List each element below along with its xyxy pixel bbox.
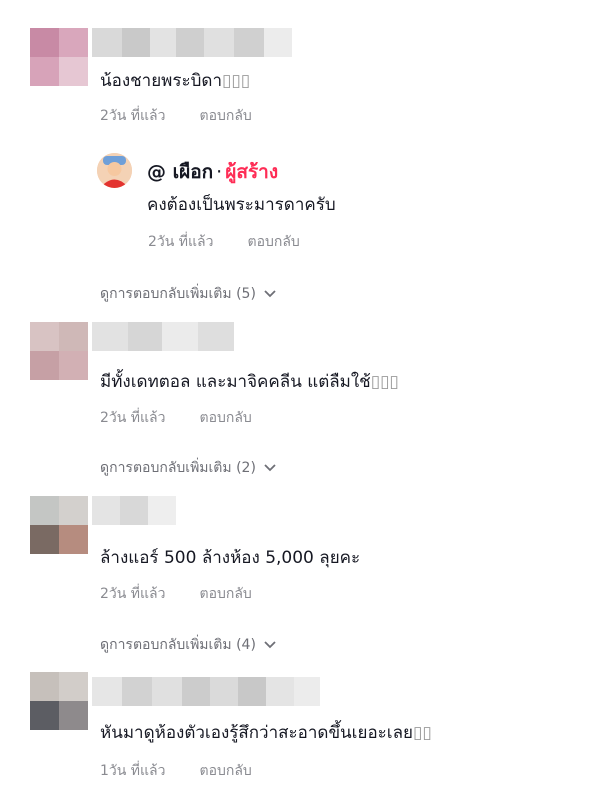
timestamp: 2วัน ที่แล้ว [100, 108, 166, 124]
view-more-replies[interactable]: ดูการตอบกลับเพิ่มเติม (2) [100, 459, 276, 477]
reply-button[interactable]: ตอบกลับ [199, 586, 251, 602]
chevron-down-icon [264, 290, 276, 298]
creator-name-line: @ เผือก · ผู้สร้าง [147, 160, 278, 184]
avatar[interactable] [30, 28, 88, 86]
comment-meta: 2วัน ที่แล้ว ตอบกลับ [100, 585, 252, 603]
username-blurred[interactable] [92, 677, 320, 706]
timestamp: 2วัน ที่แล้ว [100, 410, 166, 426]
comment-meta: 1วัน ที่แล้ว ตอบกลับ [100, 762, 252, 780]
reply-button[interactable]: ตอบกลับ [199, 410, 251, 426]
username-blurred[interactable] [92, 496, 176, 525]
view-more-replies[interactable]: ดูการตอบกลับเพิ่มเติม (5) [100, 285, 276, 303]
avatar[interactable] [30, 672, 88, 730]
view-more-replies[interactable]: ดูการตอบกลับเพิ่มเติม (4) [100, 636, 276, 654]
separator: · [216, 161, 223, 183]
reply-button[interactable]: ตอบกลับ [199, 763, 251, 779]
timestamp: 2วัน ที่แล้ว [148, 234, 214, 250]
creator-badge: ผู้สร้าง [225, 161, 279, 183]
username-blurred[interactable] [92, 322, 234, 351]
emoji-glyphs: ▯▯▯ [222, 71, 251, 91]
avatar[interactable] [30, 496, 88, 554]
comment-text: หันมาดูห้องตัวเองรู้สึกว่าสะอาดขึ้นเยอะเ… [100, 723, 432, 743]
comment-text: ล้างแอร์ 500 ล้างห้อง 5,000 ลุยคะ [100, 548, 361, 568]
emoji-glyphs: ▯▯ [412, 723, 432, 743]
emoji-glyphs: ▯▯▯ [370, 372, 399, 392]
reply-button[interactable]: ตอบกลับ [247, 234, 299, 250]
comment-text: น้องชายพระบิดา▯▯▯ [100, 71, 251, 91]
avatar[interactable] [30, 322, 88, 380]
creator-reply-meta: 2วัน ที่แล้ว ตอบกลับ [148, 233, 300, 251]
reply-button[interactable]: ตอบกลับ [199, 108, 251, 124]
chevron-down-icon [264, 464, 276, 472]
creator-reply-text: คงต้องเป็นพระมารดาครับ [147, 195, 336, 215]
chevron-down-icon [264, 641, 276, 649]
timestamp: 2วัน ที่แล้ว [100, 586, 166, 602]
comment-meta: 2วัน ที่แล้ว ตอบกลับ [100, 409, 252, 427]
creator-username[interactable]: @ เผือก [147, 161, 213, 183]
timestamp: 1วัน ที่แล้ว [100, 763, 166, 779]
comment-text: มีทั้งเดทตอล และมาจิคคลีน แต่ลืมใช้▯▯▯ [100, 372, 399, 392]
comment-meta: 2วัน ที่แล้ว ตอบกลับ [100, 107, 252, 125]
username-blurred[interactable] [92, 28, 292, 57]
creator-avatar[interactable] [97, 153, 132, 188]
